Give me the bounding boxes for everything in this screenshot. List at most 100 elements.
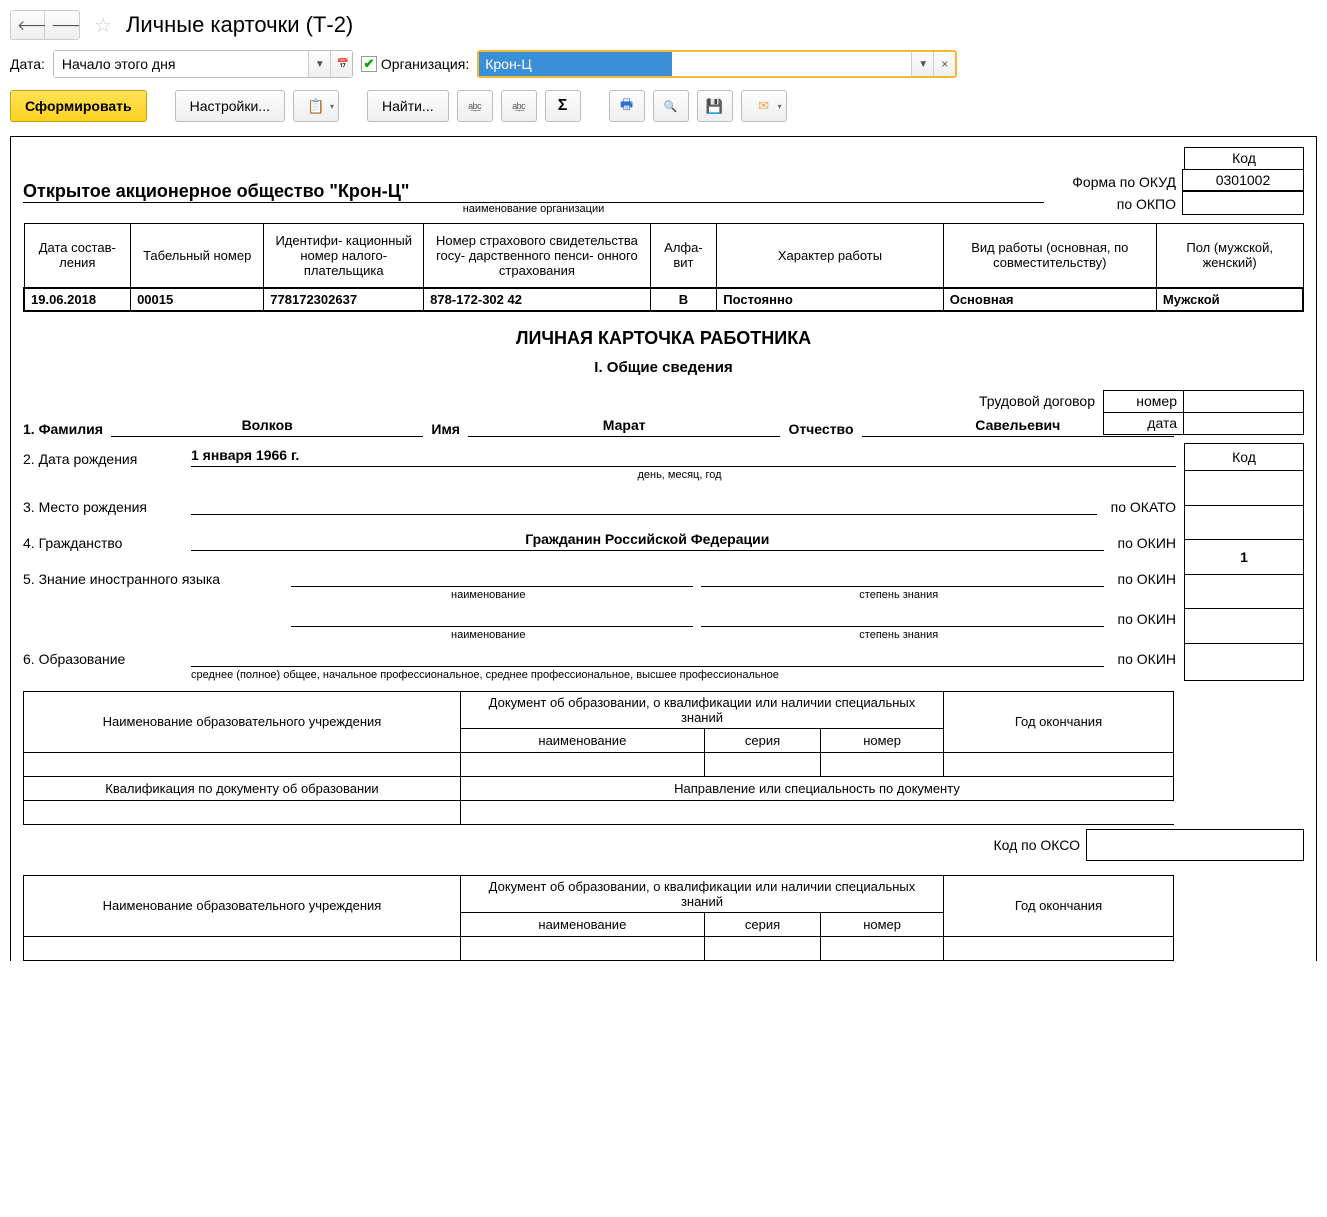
f5-sub-1: наименование: [283, 589, 694, 601]
edu2-h2: Документ об образовании, о квалификации …: [461, 875, 944, 912]
f2-value: 1 января 1966 г.: [191, 447, 1176, 467]
organization-caption: наименование организации: [23, 203, 1044, 215]
f3-value: [191, 495, 1097, 515]
contract-number-value: [1184, 390, 1304, 412]
f3-tail: по ОКАТО: [1111, 499, 1176, 515]
td-alpha: В: [650, 288, 717, 311]
edu-r1c4: [821, 752, 944, 776]
edu-r2c2: [461, 800, 1174, 824]
page-preview-icon: 🔍: [664, 100, 678, 113]
organization-full-name: Открытое акционерное общество "Крон-Ц": [23, 181, 1044, 203]
middlename-label: Отчество: [788, 421, 853, 437]
f2-sub: день, месяц, год: [183, 469, 1176, 481]
td-tabno: 00015: [131, 288, 264, 311]
generate-button[interactable]: Сформировать: [10, 90, 147, 122]
edu-h3: Год окончания: [943, 691, 1173, 752]
f5b-tail: по ОКИН: [1118, 611, 1176, 627]
f5-value-1: [291, 567, 693, 587]
td-worktype: Основная: [943, 288, 1156, 311]
td-snils: 878-172-302 42: [424, 288, 650, 311]
side-code-3: 1: [1185, 540, 1304, 575]
lastname-value: Волков: [111, 417, 423, 437]
date-calendar-button[interactable]: 📅: [330, 51, 352, 77]
edu-sh2: серия: [704, 728, 821, 752]
org-combo[interactable]: ▼ ×: [477, 50, 957, 78]
edu-h2: Документ об образовании, о квалификации …: [461, 691, 944, 728]
edu-sh3: номер: [821, 728, 944, 752]
org-dropdown-button[interactable]: ▼: [911, 52, 933, 76]
f5b-value-2: [701, 607, 1103, 627]
find-button[interactable]: Найти...: [367, 90, 449, 122]
th-inn: Идентифи- кационный номер налого- плател…: [264, 224, 424, 288]
edu-sh1: наименование: [461, 728, 705, 752]
send-button[interactable]: ✉: [741, 90, 787, 122]
side-code-2: [1185, 505, 1304, 540]
edu2-r1c3: [704, 936, 821, 960]
preview-button[interactable]: 🔍: [653, 90, 689, 122]
section-1-title: I. Общие сведения: [23, 359, 1304, 376]
edu2-r1c4: [821, 936, 944, 960]
side-code-1: [1185, 471, 1304, 506]
edu-r2c1: [24, 800, 461, 824]
save-button[interactable]: 💾: [697, 90, 733, 122]
document-title: ЛИЧНАЯ КАРТОЧКА РАБОТНИКА: [23, 328, 1304, 349]
document-area: Форма по ОКУД по ОКПО Код 0301002 Открыт…: [10, 136, 1317, 961]
printer-icon: 🖶: [620, 94, 633, 118]
okso-box-1: [1086, 829, 1304, 861]
f5b-sub-1: наименование: [283, 629, 694, 641]
date-combo[interactable]: ▼ 📅: [53, 50, 353, 78]
date-label: Дата:: [10, 56, 45, 72]
th-date: Дата состав- ления: [24, 224, 131, 288]
edu2-h1: Наименование образовательного учреждения: [24, 875, 461, 936]
f6-value: [191, 647, 1104, 667]
f4-value: Гражданин Российской Федерации: [191, 531, 1104, 551]
employee-header-table: Дата состав- ления Табельный номер Идент…: [23, 223, 1304, 312]
f5-sub-2: степень знания: [694, 589, 1105, 601]
f2-label: 2. Дата рождения: [23, 451, 183, 467]
edu2-sh1: наименование: [461, 912, 705, 936]
clipboard-icon: 📋: [307, 98, 324, 115]
th-sex: Пол (мужской, женский): [1156, 224, 1303, 288]
org-input[interactable]: [479, 52, 672, 76]
edu2-r1c2: [461, 936, 705, 960]
f4-tail: по ОКИН: [1118, 535, 1176, 551]
org-label: Организация:: [381, 56, 469, 72]
contract-date-value: [1184, 412, 1304, 434]
okud-value: 0301002: [1183, 170, 1303, 192]
print-button[interactable]: 🖶: [609, 90, 645, 122]
nav-back-button[interactable]: 🡐: [11, 11, 45, 39]
f5b-sub-2: степень знания: [694, 629, 1105, 641]
nav-forward-button[interactable]: 🡒: [45, 11, 79, 39]
td-sex: Мужской: [1156, 288, 1303, 311]
td-inn: 778172302637: [264, 288, 424, 311]
variants-button[interactable]: 📋: [293, 90, 339, 122]
edu2-sh3: номер: [821, 912, 944, 936]
org-checkbox[interactable]: ✔: [361, 56, 377, 72]
edu-r1c5: [943, 752, 1173, 776]
settings-button[interactable]: Настройки...: [175, 90, 285, 122]
date-dropdown-button[interactable]: ▼: [308, 51, 330, 77]
side-code-5: [1185, 609, 1304, 644]
date-input[interactable]: [54, 51, 308, 77]
edu-r1c1: [24, 752, 461, 776]
side-code-header: Код: [1185, 443, 1304, 471]
f5-value-2: [701, 567, 1103, 587]
org-clear-button[interactable]: ×: [933, 52, 955, 76]
side-code-4: [1185, 574, 1304, 609]
collapse-groups-button[interactable]: a͢b͢c: [501, 90, 537, 122]
edu-r1c2: [461, 752, 705, 776]
edu2-r1c5: [943, 936, 1173, 960]
th-alpha: Алфа- вит: [650, 224, 717, 288]
abc-collapse-icon: a͢b͢c: [512, 101, 525, 111]
mail-icon: ✉: [758, 98, 769, 114]
favorite-star-icon[interactable]: ☆: [94, 13, 112, 38]
save-icon: 💾: [706, 98, 723, 115]
th-snils: Номер страхового свидетельства госу- дар…: [424, 224, 650, 288]
edu-speclabel: Направление или специальность по докумен…: [461, 776, 1174, 800]
firstname-value: Марат: [468, 417, 780, 437]
employee-data-row: 19.06.2018 00015 778172302637 878-172-30…: [24, 288, 1303, 311]
sum-button[interactable]: Σ: [545, 90, 581, 122]
edu2-sh2: серия: [704, 912, 821, 936]
f4-label: 4. Гражданство: [23, 535, 183, 551]
expand-groups-button[interactable]: a͢b͢c: [457, 90, 493, 122]
